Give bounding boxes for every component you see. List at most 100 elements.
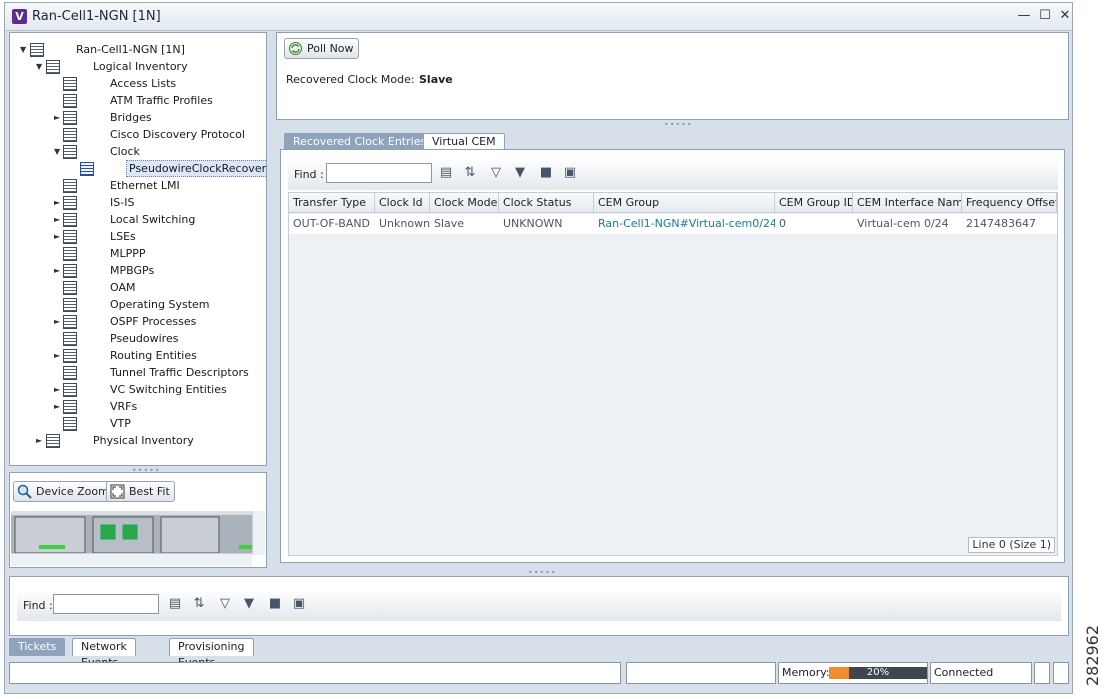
tree-item-label: Ran-Cell1-NGN [1N]	[76, 43, 185, 56]
list-icon	[63, 298, 77, 312]
expand-icon[interactable]: ►	[54, 398, 62, 415]
expand-icon[interactable]: ►	[54, 228, 62, 245]
events-find-input[interactable]	[53, 594, 159, 614]
list-icon	[63, 383, 77, 397]
export-icon[interactable]: ■	[267, 596, 283, 612]
print-icon[interactable]: ▣	[291, 596, 307, 612]
tree-item-root[interactable]: ▼ Ran-Cell1-NGN [1N]	[10, 41, 266, 58]
list-icon	[63, 230, 77, 244]
tree-item-cisco-discovery-protocol[interactable]: Cisco Discovery Protocol	[10, 126, 266, 143]
tree-item-label: Clock	[110, 145, 140, 158]
expand-icon[interactable]: ►	[54, 347, 62, 364]
tree-item-vc-switching-entities[interactable]: ► VC Switching Entities	[10, 381, 266, 398]
column-header[interactable]: Transfer Type	[289, 193, 375, 213]
tree-item-is-is[interactable]: ► IS-IS	[10, 194, 266, 211]
status-spacer	[626, 662, 776, 684]
tree-item-ethernet-lmi[interactable]: Ethernet LMI	[10, 177, 266, 194]
column-header[interactable]: Clock Status	[499, 193, 594, 213]
device-icon	[30, 43, 44, 57]
expand-icon[interactable]: ►	[54, 262, 62, 279]
tree-item-pseudowires[interactable]: Pseudowires	[10, 330, 266, 347]
export-icon[interactable]: ■	[538, 165, 554, 181]
tree-item-local-switching[interactable]: ► Local Switching	[10, 211, 266, 228]
expand-icon[interactable]: ►	[54, 109, 62, 126]
find-input[interactable]	[326, 163, 432, 183]
find-label: Find :	[294, 168, 324, 181]
advanced-filter-icon[interactable]: ▼	[241, 596, 257, 612]
print-icon[interactable]: ▣	[562, 165, 578, 181]
tree-item-vrfs[interactable]: ► VRFs	[10, 398, 266, 415]
close-icon[interactable]: ✕	[1057, 8, 1073, 24]
table-settings-icon[interactable]: ▤	[167, 596, 183, 612]
column-header[interactable]: Clock Mode	[430, 193, 499, 213]
tree-item-clock[interactable]: ▼ Clock	[10, 143, 266, 160]
tab-content: Find : ▤ ⇅ ▽ ▼ ■ ▣ Line 0 (Size 1) Trans…	[280, 149, 1065, 563]
collapse-icon[interactable]: ▼	[36, 58, 44, 75]
list-icon	[63, 349, 77, 363]
title-bar: V Ran-Cell1-NGN [1N] — ☐ ✕	[5, 3, 1072, 31]
maximize-icon[interactable]: ☐	[1037, 8, 1053, 24]
inventory-icon	[46, 60, 60, 74]
collapse-icon[interactable]: ▼	[54, 143, 62, 160]
column-header[interactable]: CEM Group ID	[775, 193, 853, 213]
tree-item-oam[interactable]: OAM	[10, 279, 266, 296]
tree-item-lses[interactable]: ► LSEs	[10, 228, 266, 245]
expand-icon[interactable]: ►	[36, 432, 44, 449]
tree-item-mpbgps[interactable]: ► MPBGPs	[10, 262, 266, 279]
sort-icon[interactable]: ⇅	[462, 165, 478, 181]
tree-item-vtp[interactable]: VTP	[10, 415, 266, 432]
device-hscroll[interactable]	[11, 553, 252, 566]
fit-icon	[110, 484, 125, 499]
expand-icon[interactable]: ►	[54, 194, 62, 211]
tree-item-label: Operating System	[110, 298, 210, 311]
chassis-icon	[46, 434, 60, 448]
column-header[interactable]: Clock Id	[375, 193, 430, 213]
tree-item-label: VC Switching Entities	[110, 383, 227, 396]
tree-item-label: LSEs	[110, 230, 136, 243]
table-cell: Unknown	[375, 214, 430, 234]
recovered-clock-mode-value: Slave	[419, 73, 453, 86]
tree-item-mlppp[interactable]: MLPPP	[10, 245, 266, 262]
tree-item-routing-entities[interactable]: ► Routing Entities	[10, 347, 266, 364]
list-icon	[63, 196, 77, 210]
list-icon	[63, 264, 77, 278]
tree-item-label: Pseudowires	[110, 332, 179, 345]
cem-group-link[interactable]: Ran-Cell1-NGN#Virtual-cem0/24:0	[594, 214, 775, 234]
tab-provisioning-events[interactable]: Provisioning Events	[169, 638, 254, 669]
connection-status: Connected	[930, 662, 1032, 684]
collapse-icon[interactable]: ▼	[20, 41, 28, 58]
tree-item-pseudowire-clock-recovery[interactable]: PseudowireClockRecovery 0	[10, 160, 266, 177]
table-settings-icon[interactable]: ▤	[438, 165, 454, 181]
tree-item-access-lists[interactable]: Access Lists	[10, 75, 266, 92]
sort-icon[interactable]: ⇅	[191, 596, 207, 612]
table-cell: Virtual-cem 0/24	[853, 214, 962, 234]
tree-item-logical-inventory[interactable]: ▼ Logical Inventory	[10, 58, 266, 75]
filter-icon[interactable]: ▽	[217, 596, 233, 612]
best-fit-button[interactable]: Best Fit	[106, 481, 175, 502]
tab-tickets[interactable]: Tickets	[9, 638, 66, 656]
tree-item-ospf-processes[interactable]: ► OSPF Processes	[10, 313, 266, 330]
app-icon: V	[12, 9, 27, 24]
device-image[interactable]	[11, 511, 252, 555]
tree-item-atm-traffic-profiles[interactable]: ATM Traffic Profiles	[10, 92, 266, 109]
best-fit-label: Best Fit	[129, 485, 170, 498]
column-header[interactable]: CEM Group	[594, 193, 775, 213]
tree-item-label: Physical Inventory	[93, 434, 194, 447]
tree-item-tunnel-traffic-descriptors[interactable]: Tunnel Traffic Descriptors	[10, 364, 266, 381]
column-header[interactable]: CEM Interface Name	[853, 193, 962, 213]
poll-now-button[interactable]: Poll Now	[284, 38, 359, 59]
minimize-icon[interactable]: —	[1016, 8, 1032, 24]
expand-icon[interactable]: ►	[54, 313, 62, 330]
column-header[interactable]: Frequency Offset	[962, 193, 1057, 213]
find-toolbar: Find : ▤ ⇅ ▽ ▼ ■ ▣	[288, 158, 1058, 190]
expand-icon[interactable]: ►	[54, 381, 62, 398]
device-vscroll[interactable]	[252, 511, 265, 555]
expand-icon[interactable]: ►	[54, 211, 62, 228]
advanced-filter-icon[interactable]: ▼	[512, 165, 528, 181]
device-zoom-button[interactable]: Device Zoom	[13, 481, 114, 502]
tree-item-operating-system[interactable]: Operating System	[10, 296, 266, 313]
tree-item-bridges[interactable]: ► Bridges	[10, 109, 266, 126]
filter-icon[interactable]: ▽	[488, 165, 504, 181]
tab-network-events[interactable]: Network Events	[72, 638, 136, 669]
tree-item-physical-inventory[interactable]: ► Physical Inventory	[10, 432, 266, 449]
